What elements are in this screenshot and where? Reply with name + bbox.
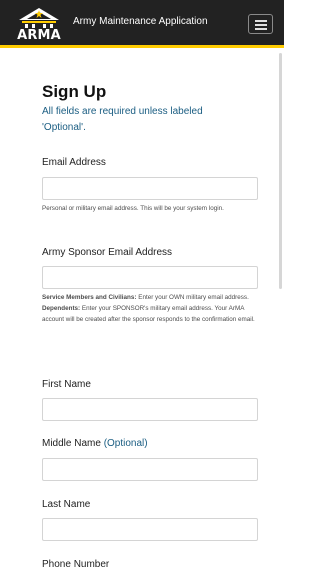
scrollbar-thumb[interactable] — [279, 53, 282, 289]
menu-toggle-button[interactable] — [248, 14, 273, 34]
form-instructions: All fields are required unless labeled '… — [42, 106, 203, 133]
help-service-members-heading: Service Members and Civilians: — [42, 294, 137, 301]
app-title[interactable]: Army Maintenance Application — [73, 16, 208, 28]
sponsor-email-label: Army Sponsor Email Address — [42, 247, 173, 258]
first-name-label: First Name — [42, 379, 91, 390]
email-help-text: Personal or military email address. This… — [42, 205, 224, 212]
middle-name-label: Middle Name (Optional) — [42, 438, 148, 450]
help-dependents-heading: Dependents: — [42, 305, 81, 313]
email-label: Email Address — [42, 157, 106, 168]
optional-tag: (Optional) — [103, 438, 148, 449]
last-name-label: Last Name — [42, 499, 91, 510]
first-name-field[interactable] — [42, 398, 258, 421]
help-service-members: Service Members and Civilians: Enter you… — [42, 292, 264, 303]
sponsor-email-help-text: Service Members and Civilians: Enter you… — [42, 292, 264, 326]
hamburger-menu-icon — [255, 20, 267, 22]
help-dependents: Dependents: Enter your SPONSOR's militar… — [42, 303, 264, 325]
middle-name-field[interactable] — [42, 458, 258, 481]
phone-number-label: Phone Number — [42, 559, 110, 570]
logo-text: ARMA — [17, 28, 61, 43]
last-name-field[interactable] — [42, 518, 258, 541]
arma-building-icon — [19, 8, 59, 28]
top-navbar: ARMA Army Maintenance Application — [0, 0, 284, 48]
page-title: Sign Up — [42, 82, 107, 101]
help-service-members-text: Enter your OWN military email address. — [136, 294, 249, 301]
middle-name-label-text: Middle Name — [42, 438, 101, 449]
email-field[interactable] — [42, 177, 258, 200]
arma-logo[interactable]: ARMA — [17, 7, 61, 43]
sponsor-email-field[interactable] — [42, 266, 258, 289]
